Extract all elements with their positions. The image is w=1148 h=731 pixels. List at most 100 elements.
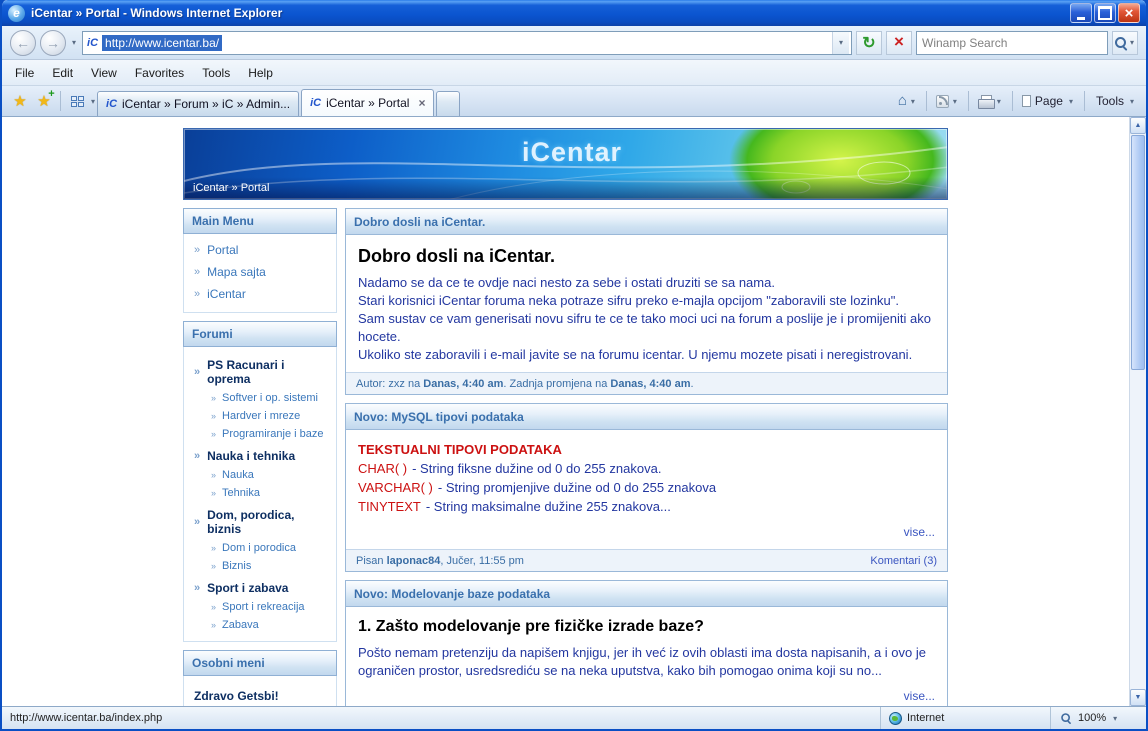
command-bar: Page Tools xyxy=(894,89,1140,113)
forum-category-sport[interactable]: Sport i zabava xyxy=(187,575,333,598)
read-more-link[interactable]: vise... xyxy=(358,523,935,541)
back-button[interactable] xyxy=(10,30,36,56)
menu-file[interactable]: File xyxy=(6,63,43,83)
search-icon xyxy=(1114,36,1128,50)
divider xyxy=(60,91,61,111)
minimize-button[interactable] xyxy=(1070,3,1092,23)
arrow-bullet-icon xyxy=(211,544,216,553)
breadcrumb[interactable]: iCentar » Portal xyxy=(193,182,269,194)
site-banner: iCentar iCentar » Portal xyxy=(183,128,948,200)
forum-subitem-nauka[interactable]: Nauka xyxy=(187,466,333,484)
divider xyxy=(968,91,969,111)
article-paragraph: Ukoliko ste zaboravili i e-mail javite s… xyxy=(358,346,935,364)
forum-category-label: Sport i zabava xyxy=(207,581,288,595)
menu-tools[interactable]: Tools xyxy=(193,63,239,83)
comments-link[interactable]: Komentari (3) xyxy=(870,555,937,567)
scroll-up-button[interactable] xyxy=(1130,117,1146,134)
sidebar-item-icentar[interactable]: iCentar xyxy=(187,283,333,305)
main-menu-title: Main Menu xyxy=(183,208,337,234)
chevron-down-icon xyxy=(1128,97,1136,106)
forum-subitem-softver[interactable]: Softver i op. sistemi xyxy=(187,389,333,407)
menu-view[interactable]: View xyxy=(82,63,126,83)
forum-category-label: Nauka i tehnika xyxy=(207,449,295,463)
forum-subitem-label: Hardver i mreze xyxy=(222,410,300,422)
forum-subitem-zabava[interactable]: Zabava xyxy=(187,616,333,634)
tab-portal[interactable]: iC iCentar » Portal xyxy=(301,89,434,116)
zoom-control[interactable]: 100% xyxy=(1050,707,1146,729)
forward-button[interactable] xyxy=(40,30,66,56)
forum-subitem-tehnika[interactable]: Tehnika xyxy=(187,484,333,502)
scroll-down-button[interactable] xyxy=(1130,689,1146,706)
refresh-icon xyxy=(862,33,875,53)
tab-favicon-icon: iC xyxy=(106,98,117,110)
forum-category-label: PS Racunari i oprema xyxy=(207,358,326,386)
maximize-button[interactable] xyxy=(1094,3,1116,23)
refresh-button[interactable] xyxy=(856,31,882,55)
main-content: Dobro dosli na iCentar. Dobro dosli na i… xyxy=(345,208,948,706)
forum-subitem-label: Biznis xyxy=(222,560,251,572)
sidebar-item-mapa-sajta[interactable]: Mapa sajta xyxy=(187,261,333,283)
article-header: Novo: MySQL tipovi podataka xyxy=(346,404,947,430)
arrow-bullet-icon xyxy=(211,621,216,630)
site-favicon-icon: iC xyxy=(87,37,98,49)
article-title: Dobro dosli na iCentar. xyxy=(358,245,935,267)
menu-edit[interactable]: Edit xyxy=(43,63,82,83)
forums-title: Forumi xyxy=(183,321,337,347)
article-welcome: Dobro dosli na iCentar. Dobro dosli na i… xyxy=(345,208,948,395)
tab-forum[interactable]: iC iCentar » Forum » iC » Admin... xyxy=(97,91,299,116)
close-tab-icon[interactable] xyxy=(414,96,425,110)
menu-help[interactable]: Help xyxy=(239,63,282,83)
main-menu-box: Main Menu Portal Mapa sajta iCentar xyxy=(183,208,337,313)
article-modeling: Novo: Modelovanje baze podataka 1. Zašto… xyxy=(345,580,948,706)
forum-subitem-programiranje[interactable]: Programiranje i baze xyxy=(187,425,333,443)
search-go-button[interactable] xyxy=(1112,31,1138,55)
zone-label: Internet xyxy=(907,712,944,724)
menu-favorites[interactable]: Favorites xyxy=(126,63,193,83)
forum-category-dom[interactable]: Dom, porodica, biznis xyxy=(187,502,333,539)
sql-type-row: VARCHAR( )- String promjenjive dužine od… xyxy=(358,478,935,497)
quick-tabs-button[interactable] xyxy=(65,89,89,113)
page-menu-button[interactable]: Page xyxy=(1018,89,1079,113)
window-title: iCentar » Portal - Windows Internet Expl… xyxy=(31,6,1064,20)
forum-subitem-biznis[interactable]: Biznis xyxy=(187,557,333,575)
sql-type-row: CHAR( )- String fiksne dužine od 0 do 25… xyxy=(358,459,935,478)
search-options-icon xyxy=(1128,38,1136,47)
divider xyxy=(1084,91,1085,111)
home-button[interactable] xyxy=(894,89,921,113)
search-input[interactable] xyxy=(917,36,1107,50)
history-dropdown-icon[interactable] xyxy=(70,38,78,47)
arrow-bullet-icon xyxy=(194,517,200,528)
forum-category-racunari[interactable]: PS Racunari i oprema xyxy=(187,352,333,389)
security-zone: Internet xyxy=(880,707,1050,729)
sql-type-row: TINYTEXT- String maksimalne dužine 255 z… xyxy=(358,497,935,516)
chevron-down-icon xyxy=(951,97,959,106)
scrollbar-thumb[interactable] xyxy=(1131,135,1145,370)
add-favorite-button[interactable] xyxy=(32,89,56,113)
address-dropdown-button[interactable] xyxy=(832,32,849,54)
favorites-center-button[interactable] xyxy=(8,89,32,113)
page-menu-label: Page xyxy=(1033,94,1065,108)
forum-category-nauka[interactable]: Nauka i tehnika xyxy=(187,443,333,466)
sidebar-item-portal[interactable]: Portal xyxy=(187,239,333,261)
forum-subitem-sport-rekreacija[interactable]: Sport i rekreacija xyxy=(187,598,333,616)
forum-subitem-dom-porodica[interactable]: Dom i porodica xyxy=(187,539,333,557)
close-button[interactable] xyxy=(1118,3,1140,23)
feeds-button[interactable] xyxy=(932,89,963,113)
address-toolbar: iC http://www.icentar.ba/ xyxy=(2,26,1146,60)
tab-label: iCentar » Portal xyxy=(326,96,409,110)
article-footer: Pisan laponac84, Jučer, 11:55 pm Komenta… xyxy=(346,549,947,571)
forum-subitem-label: Programiranje i baze xyxy=(222,428,324,440)
print-button[interactable] xyxy=(974,89,1007,113)
address-input[interactable]: iC http://www.icentar.ba/ xyxy=(82,31,852,55)
tools-menu-button[interactable]: Tools xyxy=(1090,89,1140,113)
read-more-link[interactable]: vise... xyxy=(358,687,935,705)
forum-subitem-hardver[interactable]: Hardver i mreze xyxy=(187,407,333,425)
article-text: Pošto nemam pretenziju da napišem knjigu… xyxy=(358,644,935,680)
vertical-scrollbar[interactable] xyxy=(1129,117,1146,706)
scrollbar-track[interactable] xyxy=(1130,371,1146,689)
stop-button[interactable] xyxy=(886,31,912,55)
article-intro: TEKSTUALNI TIPOVI PODATAKA xyxy=(358,440,935,459)
article-paragraph: Sam sustav ce vam generisati novu sifru … xyxy=(358,310,935,346)
tab-list-dropdown-icon[interactable] xyxy=(89,97,97,106)
new-tab-button[interactable] xyxy=(436,91,460,116)
